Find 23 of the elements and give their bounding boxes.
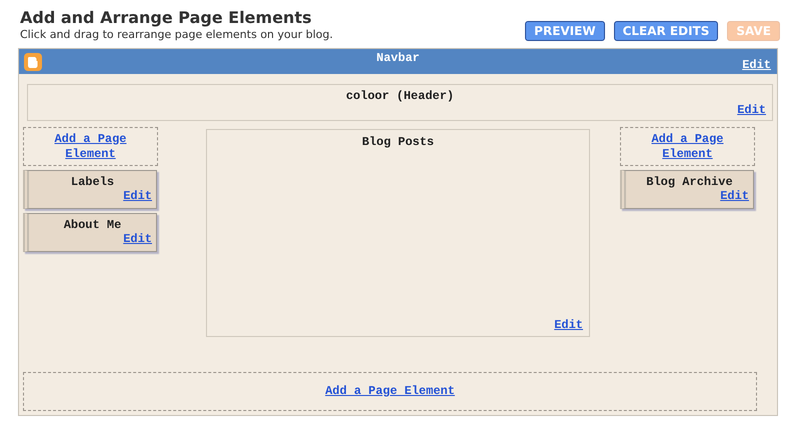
- add-element-link[interactable]: Add a Page Element: [641, 132, 734, 162]
- edit-link[interactable]: Edit: [123, 232, 152, 246]
- add-element-link[interactable]: Add a Page Element: [325, 384, 455, 399]
- edit-link[interactable]: Edit: [720, 189, 749, 203]
- page-title: Add and Arrange Page Elements: [20, 8, 313, 28]
- page-element-widget[interactable]: Labels Edit: [23, 170, 157, 209]
- widget-title: Blog Archive: [646, 175, 733, 189]
- widget-title: Blog Posts: [362, 135, 434, 149]
- edit-link[interactable]: Edit: [554, 318, 583, 332]
- add-element-link[interactable]: Add a Page Element: [44, 132, 137, 162]
- navbar-title: Navbar: [376, 50, 420, 67]
- logo-icon: [24, 53, 42, 71]
- edit-link[interactable]: Edit: [742, 58, 771, 72]
- page-element-widget[interactable]: Blog Archive Edit: [620, 170, 754, 209]
- page-subtitle: Click and drag to rearrange page elements on your blog.: [20, 28, 333, 41]
- edit-link[interactable]: Edit: [123, 189, 152, 203]
- edit-link[interactable]: Edit: [737, 103, 766, 117]
- widget-title: Labels: [70, 175, 114, 189]
- toolbar-button[interactable]: CLEAR EDITS: [614, 21, 718, 41]
- widget-title: coloor (Header): [346, 89, 454, 103]
- toolbar-button[interactable]: PREVIEW: [525, 21, 605, 41]
- widget-title: About Me: [64, 218, 122, 232]
- page-element-widget[interactable]: About Me Edit: [23, 213, 157, 252]
